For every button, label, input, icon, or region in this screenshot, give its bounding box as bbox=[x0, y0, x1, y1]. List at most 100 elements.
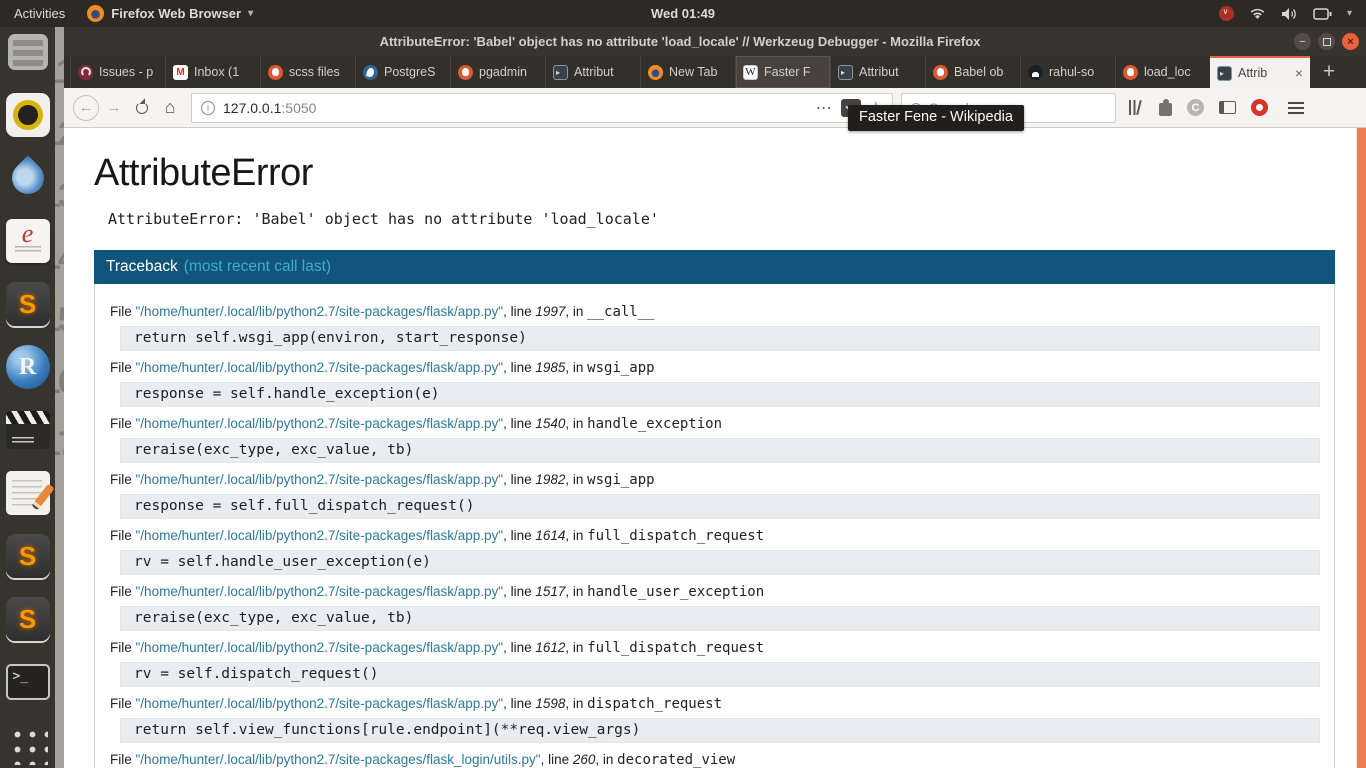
ublock-icon[interactable] bbox=[1251, 99, 1268, 116]
url-port: :5050 bbox=[281, 100, 316, 116]
site-info-icon[interactable]: i bbox=[201, 101, 215, 115]
page-actions-icon[interactable]: ⋯ bbox=[816, 98, 833, 118]
file-path-link[interactable]: "/home/hunter/.local/lib/python2.7/site-… bbox=[136, 304, 504, 319]
hamburger-menu-icon[interactable] bbox=[1288, 102, 1304, 114]
tab-label: Issues - p bbox=[99, 65, 158, 79]
browser-tab[interactable]: Issues - p bbox=[70, 56, 165, 88]
file-path-link[interactable]: "/home/hunter/.local/lib/python2.7/site-… bbox=[136, 584, 504, 599]
alarm-clock-icon bbox=[1219, 6, 1234, 21]
tab-label: Attrib bbox=[1238, 66, 1289, 80]
function-name: full_dispatch_request bbox=[587, 528, 764, 544]
activities-button[interactable]: Activities bbox=[14, 6, 65, 21]
source-code-line[interactable]: response = self.full_dispatch_request() bbox=[120, 494, 1320, 519]
dock-app-icon: S bbox=[6, 282, 50, 326]
firefox-logo-icon bbox=[87, 5, 104, 22]
line-number: 1612 bbox=[535, 640, 565, 655]
url-host: 127.0.0.1 bbox=[223, 100, 281, 116]
home-icon: ⌂ bbox=[165, 97, 176, 118]
tab-favicon bbox=[1217, 66, 1232, 81]
function-name: full_dispatch_request bbox=[587, 640, 764, 656]
file-path-link[interactable]: "/home/hunter/.local/lib/python2.7/site-… bbox=[136, 416, 504, 431]
minimize-button[interactable]: − bbox=[1294, 33, 1311, 50]
dock-item[interactable] bbox=[5, 29, 51, 75]
library-icon[interactable] bbox=[1128, 100, 1144, 115]
tab-label: load_loc bbox=[1144, 65, 1203, 79]
file-path-link[interactable]: "/home/hunter/.local/lib/python2.7/site-… bbox=[136, 360, 504, 375]
dock-item[interactable] bbox=[5, 155, 51, 201]
browser-tab[interactable]: PostgreS bbox=[355, 56, 450, 88]
system-tray[interactable]: ▾ bbox=[1219, 6, 1352, 21]
source-code-line[interactable]: reraise(exc_type, exc_value, tb) bbox=[120, 606, 1320, 631]
function-name: wsgi_app bbox=[587, 360, 654, 376]
home-button[interactable]: ⌂ bbox=[156, 94, 184, 122]
forward-button[interactable]: → bbox=[100, 94, 128, 122]
dock-item[interactable]: >_ bbox=[5, 659, 51, 705]
tab-favicon bbox=[78, 65, 93, 80]
source-code-line[interactable]: return self.view_functions[rule.endpoint… bbox=[120, 718, 1320, 743]
browser-tab[interactable]: rahul-so bbox=[1020, 56, 1115, 88]
source-code-line[interactable]: rv = self.dispatch_request() bbox=[120, 662, 1320, 687]
dock-item[interactable]: S bbox=[5, 596, 51, 642]
wifi-icon bbox=[1249, 7, 1266, 20]
source-code-line[interactable]: return self.wsgi_app(environ, start_resp… bbox=[120, 326, 1320, 351]
browser-tab[interactable]: scss files bbox=[260, 56, 355, 88]
file-path-link[interactable]: "/home/hunter/.local/lib/python2.7/site-… bbox=[136, 752, 541, 767]
url-text[interactable]: 127.0.0.1:5050 bbox=[223, 100, 316, 116]
source-code-line[interactable]: response = self.handle_exception(e) bbox=[120, 382, 1320, 407]
browser-tab[interactable]: pgadmin bbox=[450, 56, 545, 88]
back-button[interactable]: ← bbox=[72, 94, 100, 122]
browser-tab[interactable]: New Tab bbox=[640, 56, 735, 88]
new-tab-button[interactable]: + bbox=[1310, 56, 1348, 88]
close-button[interactable]: × bbox=[1342, 33, 1359, 50]
browser-tab[interactable]: Inbox (1 bbox=[165, 56, 260, 88]
sidebar-toggle-icon[interactable] bbox=[1219, 101, 1236, 114]
firefox-window: AttributeError: 'Babel' object has no at… bbox=[64, 27, 1366, 768]
source-code-line[interactable]: rv = self.handle_user_exception(e) bbox=[120, 550, 1320, 575]
file-path-link[interactable]: "/home/hunter/.local/lib/python2.7/site-… bbox=[136, 640, 504, 655]
function-name: decorated_view bbox=[617, 752, 735, 768]
tab-label: Inbox (1 bbox=[194, 65, 253, 79]
tab-favicon bbox=[1123, 65, 1138, 80]
app-menu[interactable]: Firefox Web Browser ▾ bbox=[87, 5, 253, 22]
browser-tab[interactable]: Attribut bbox=[545, 56, 640, 88]
browser-tab[interactable]: Attrib × bbox=[1210, 56, 1310, 88]
file-path-link[interactable]: "/home/hunter/.local/lib/python2.7/site-… bbox=[136, 528, 504, 543]
dock-item[interactable]: S bbox=[5, 281, 51, 327]
scrollbar-thumb[interactable] bbox=[1357, 128, 1366, 768]
source-code-line[interactable]: reraise(exc_type, exc_value, tb) bbox=[120, 438, 1320, 463]
dock-app-icon bbox=[8, 34, 48, 70]
traceback-frame: File "/home/hunter/.local/lib/python2.7/… bbox=[110, 583, 1320, 631]
scrollbar[interactable] bbox=[1356, 128, 1366, 768]
dock-item[interactable] bbox=[5, 92, 51, 138]
clock[interactable]: Wed 01:49 bbox=[651, 6, 715, 21]
dock-app-icon bbox=[8, 725, 48, 765]
dock-item[interactable]: R bbox=[5, 344, 51, 390]
tab-label: Attribut bbox=[574, 65, 633, 79]
traceback-frame: File "/home/hunter/.local/lib/python2.7/… bbox=[110, 415, 1320, 463]
extension-puzzle-icon[interactable] bbox=[1159, 103, 1172, 116]
dock-item[interactable] bbox=[5, 722, 51, 768]
dock-item[interactable] bbox=[5, 470, 51, 516]
dock-item[interactable]: e bbox=[5, 218, 51, 264]
c-extension-icon[interactable]: C bbox=[1187, 99, 1204, 116]
tab-favicon bbox=[1028, 65, 1043, 80]
window-titlebar[interactable]: AttributeError: 'Babel' object has no at… bbox=[64, 27, 1366, 56]
dock-app-icon: S bbox=[6, 597, 50, 641]
reload-button[interactable] bbox=[128, 94, 156, 122]
dock-item[interactable] bbox=[5, 407, 51, 453]
traceback-frame: File "/home/hunter/.local/lib/python2.7/… bbox=[110, 695, 1320, 743]
browser-tab[interactable]: Faster F bbox=[735, 56, 830, 88]
tab-close-icon[interactable]: × bbox=[1295, 65, 1303, 81]
traceback-frame: File "/home/hunter/.local/lib/python2.7/… bbox=[110, 639, 1320, 687]
file-path-link[interactable]: "/home/hunter/.local/lib/python2.7/site-… bbox=[136, 472, 504, 487]
browser-tab[interactable]: Attribut bbox=[830, 56, 925, 88]
traceback-panel: Traceback (most recent call last) File "… bbox=[94, 250, 1335, 768]
browser-tab[interactable]: Babel ob bbox=[925, 56, 1020, 88]
function-name: handle_exception bbox=[587, 416, 722, 432]
wallpaper-digit: 15 bbox=[55, 303, 64, 337]
maximize-button[interactable] bbox=[1318, 33, 1335, 50]
url-bar[interactable]: i 127.0.0.1:5050 ⋯ ☆ bbox=[191, 93, 893, 123]
browser-tab[interactable]: load_loc bbox=[1115, 56, 1210, 88]
file-path-link[interactable]: "/home/hunter/.local/lib/python2.7/site-… bbox=[136, 696, 504, 711]
dock-item[interactable]: S bbox=[5, 533, 51, 579]
